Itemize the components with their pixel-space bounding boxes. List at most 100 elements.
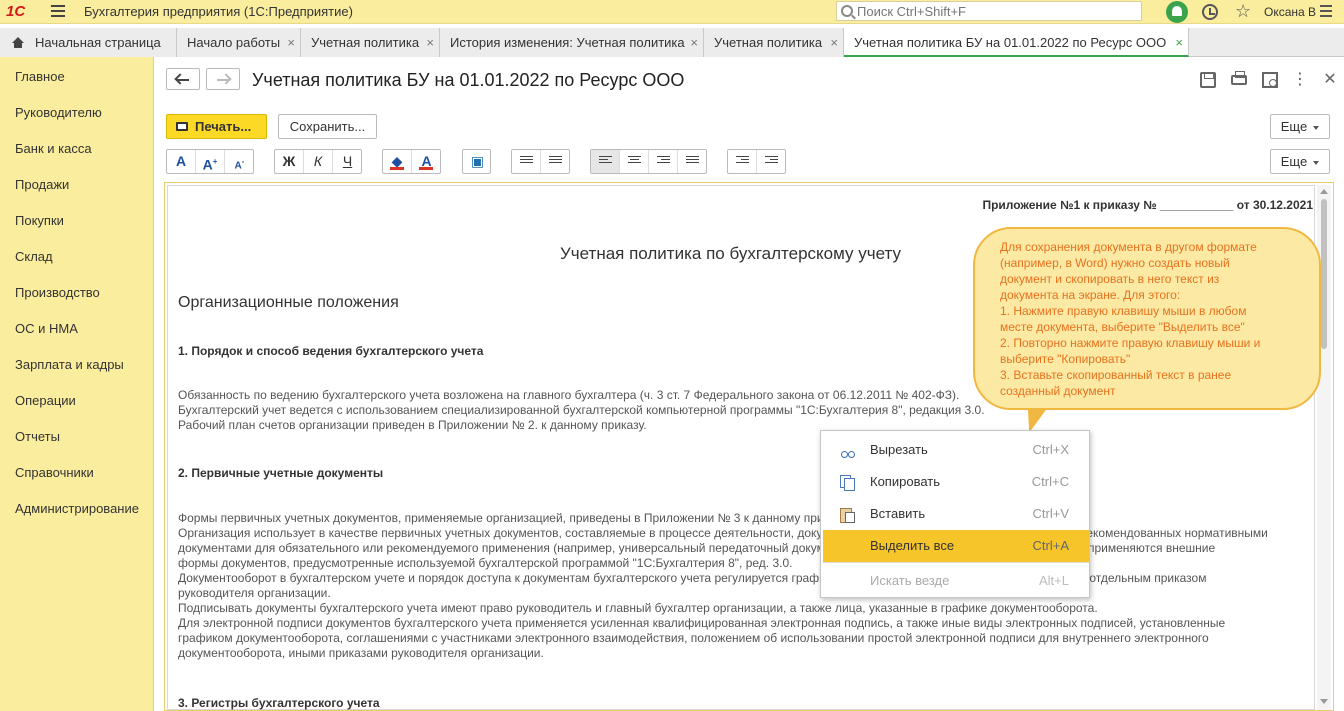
- font-decrease-glyph: A: [234, 160, 242, 172]
- open-windows-tabs: Начальная страница Начало работы × Учетн…: [0, 28, 1344, 57]
- indent-decrease-icon[interactable]: [757, 150, 786, 173]
- back-button[interactable]: [166, 68, 200, 90]
- print-button[interactable]: Печать...: [166, 114, 267, 139]
- callout-line: выберите "Копировать": [1000, 352, 1131, 366]
- more-vertical-icon[interactable]: ⋮: [1292, 72, 1308, 88]
- user-name[interactable]: Оксана В: [1264, 5, 1316, 19]
- italic-button[interactable]: К: [304, 150, 333, 173]
- text-color-button[interactable]: A: [412, 150, 441, 173]
- text-line: Рабочий план счетов организации приведен…: [178, 418, 647, 432]
- context-menu: Вырезать Ctrl+X Копировать Ctrl+C Встави…: [820, 430, 1090, 598]
- align-left-icon[interactable]: [591, 150, 620, 173]
- tab-close-icon[interactable]: ×: [426, 28, 434, 57]
- underline-button[interactable]: Ч: [333, 150, 362, 173]
- tab-close-icon[interactable]: ×: [1175, 28, 1183, 57]
- favorites-star-icon[interactable]: ☆: [1235, 1, 1251, 21]
- tab-accounting-policy-2[interactable]: Учетная политика ×: [704, 28, 844, 57]
- menu-item-paste[interactable]: Вставить Ctrl+V: [823, 498, 1089, 530]
- paragraph-2: Формы первичных учетных документов, прим…: [178, 511, 1308, 661]
- more-button[interactable]: Еще: [1270, 114, 1330, 139]
- menu-item-search-everywhere: Искать везде Alt+L: [823, 565, 1089, 597]
- home-icon: [12, 37, 24, 48]
- appendix-line: Приложение №1 к приказу № ___________ от…: [982, 198, 1313, 212]
- global-search[interactable]: [836, 1, 1142, 21]
- tab-close-icon[interactable]: ×: [287, 28, 295, 57]
- list-lines-icon: [520, 156, 533, 167]
- save-disk-icon[interactable]: [1200, 72, 1216, 88]
- scissors-icon: [840, 443, 855, 458]
- menu-item-shortcut: Alt+L: [1039, 573, 1069, 588]
- insert-picture-icon[interactable]: ▣: [463, 150, 492, 173]
- list-group: [511, 149, 570, 174]
- notifications-bell-icon[interactable]: [1166, 1, 1188, 23]
- sidebar-item-sales[interactable]: Продажи: [15, 177, 69, 192]
- indent-increase-icon[interactable]: [728, 150, 757, 173]
- menu-item-select-all[interactable]: Выделить все Ctrl+A: [823, 530, 1089, 562]
- font-size-group: A A+ A-: [166, 149, 254, 174]
- font-increase-button[interactable]: A+: [196, 150, 225, 173]
- paste-icon: [840, 507, 855, 523]
- sidebar-item-directories[interactable]: Справочники: [15, 465, 94, 480]
- main-menu-icon[interactable]: [51, 5, 65, 19]
- sidebar-item-administration[interactable]: Администрирование: [15, 501, 139, 516]
- user-menu-icon[interactable]: [1320, 5, 1332, 19]
- scroll-down-icon[interactable]: [1320, 699, 1328, 704]
- sidebar-item-warehouse[interactable]: Склад: [15, 249, 53, 264]
- sidebar-item-manager[interactable]: Руководителю: [15, 105, 102, 120]
- more-button-2[interactable]: Еще: [1270, 149, 1330, 174]
- color-group: ◆ A: [382, 149, 441, 174]
- tab-close-icon[interactable]: ×: [830, 28, 838, 57]
- tab-accounting-policy-report[interactable]: Учетная политика БУ на 01.01.2022 по Рес…: [844, 28, 1189, 57]
- numbered-list-icon[interactable]: [541, 150, 570, 173]
- menu-item-label: Выделить все: [870, 538, 955, 553]
- picture-group: ▣: [462, 149, 491, 174]
- tab-label: Учетная политика: [714, 35, 823, 50]
- search-input[interactable]: [857, 3, 1137, 19]
- sidebar-item-fixed-assets[interactable]: ОС и НМА: [15, 321, 78, 336]
- tab-getting-started[interactable]: Начало работы ×: [177, 28, 301, 57]
- arrow-right-icon: [217, 79, 229, 81]
- save-button[interactable]: Сохранить...: [278, 114, 377, 139]
- sidebar-item-reports[interactable]: Отчеты: [15, 429, 60, 444]
- more-button-label: Еще: [1280, 154, 1308, 169]
- menu-item-label: Копировать: [870, 474, 940, 489]
- scroll-up-icon[interactable]: [1320, 189, 1328, 194]
- tab-close-icon[interactable]: ×: [690, 28, 698, 57]
- forward-button[interactable]: [206, 68, 240, 90]
- menu-item-cut[interactable]: Вырезать Ctrl+X: [823, 434, 1089, 466]
- align-justify-icon[interactable]: [678, 150, 707, 173]
- menu-item-shortcut: Ctrl+C: [1031, 474, 1069, 489]
- callout-line: документа на экране. Для этого:: [1000, 288, 1181, 302]
- sidebar-item-payroll-hr[interactable]: Зарплата и кадры: [15, 357, 124, 372]
- bullet-list-icon[interactable]: [512, 150, 541, 173]
- font-decrease-button[interactable]: A-: [225, 150, 254, 173]
- close-form-icon[interactable]: ✕: [1322, 72, 1338, 88]
- sidebar-item-production[interactable]: Производство: [15, 285, 100, 300]
- printer-icon[interactable]: [1231, 71, 1247, 85]
- indent-group: [727, 149, 786, 174]
- text-line: документами для обязательного или рекоме…: [178, 541, 1216, 555]
- heading-3: 3. Регистры бухгалтерского учета: [178, 696, 380, 710]
- scroll-thumb[interactable]: [1321, 199, 1327, 349]
- align-center-icon[interactable]: [620, 150, 649, 173]
- menu-item-copy[interactable]: Копировать Ctrl+C: [823, 466, 1089, 498]
- bold-button[interactable]: Ж: [275, 150, 304, 173]
- background-color-icon[interactable]: ◆: [383, 150, 412, 173]
- tab-accounting-policy[interactable]: Учетная политика ×: [301, 28, 440, 57]
- tab-change-history[interactable]: История изменения: Учетная политика ×: [440, 28, 704, 57]
- preview-icon[interactable]: [1262, 72, 1278, 88]
- history-icon[interactable]: [1202, 4, 1218, 20]
- sidebar-item-operations[interactable]: Операции: [15, 393, 76, 408]
- text-line: Организация использует в качестве первич…: [178, 526, 1268, 540]
- hint-callout-text: Для сохранения документа в другом формат…: [1000, 239, 1300, 399]
- form-title: Учетная политика БУ на 01.01.2022 по Рес…: [252, 70, 685, 90]
- align-right-icon[interactable]: [649, 150, 678, 173]
- tab-home[interactable]: Начальная страница: [0, 28, 177, 57]
- font-size-normal-button[interactable]: A: [167, 150, 196, 173]
- callout-line: 1. Нажмите правую клавишу мыши в любом: [1000, 304, 1247, 318]
- sidebar-item-bank-cash[interactable]: Банк и касса: [15, 141, 92, 156]
- sidebar-item-purchases[interactable]: Покупки: [15, 213, 64, 228]
- menu-item-label: Искать везде: [870, 573, 950, 588]
- menu-item-label: Вставить: [870, 506, 926, 521]
- sidebar-item-main[interactable]: Главное: [15, 69, 65, 84]
